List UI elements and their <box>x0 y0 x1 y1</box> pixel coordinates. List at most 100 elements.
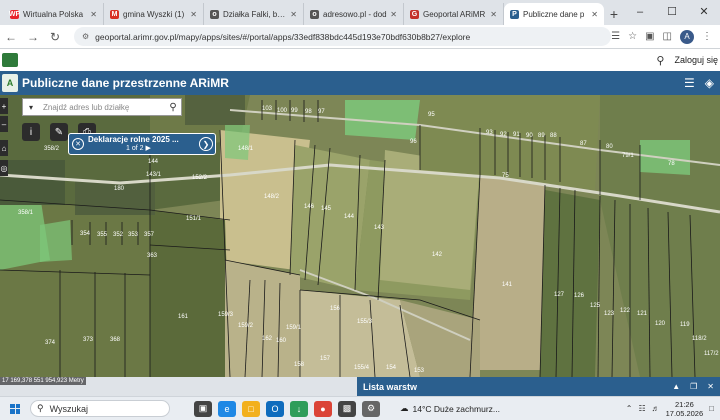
parcel-number-label: 119 <box>680 322 690 328</box>
parcel-number-label: 78 <box>668 161 675 167</box>
feature-popup[interactable]: ✕ Deklaracje rolne 2025 ... 1 of 2 ▶ ❯ <box>68 133 216 155</box>
browser-tab[interactable]: Mgmina Wyszki (1) ✕ <box>104 3 204 25</box>
browser-tab[interactable]: o adresowo.pl - dod ✕ <box>304 3 404 25</box>
parcel-number-label: 144 <box>148 159 159 165</box>
tab-close-icon[interactable]: ✕ <box>290 10 297 19</box>
tab-close-icon[interactable]: ✕ <box>190 10 197 19</box>
locate-button[interactable]: ◎ <box>0 160 8 176</box>
browser-tab[interactable]: o Działka Falki, bez p ✕ <box>204 3 304 25</box>
parcel-number-label: 159/1 <box>286 325 302 331</box>
parcel-number-label: 159/3 <box>218 312 234 318</box>
parcel-number-label: 162 <box>262 336 273 342</box>
browser-tab[interactable]: WP Wirtualna Polska ✕ <box>4 3 104 25</box>
parcel-number-label: 144 <box>344 214 355 220</box>
clock-date: 17.05.2026 <box>665 408 704 418</box>
layers-panel-bar[interactable]: Lista warstw ▲ ❐ ✕ <box>357 377 720 396</box>
windows-start-icon[interactable] <box>10 403 20 414</box>
sidebar-icon[interactable]: ◫ <box>663 31 672 42</box>
search-source-dropdown-icon[interactable]: ▾ <box>23 103 39 112</box>
notifications-icon[interactable]: □ <box>709 404 714 413</box>
chrome-icon[interactable]: ● <box>314 400 332 417</box>
tab-close-icon[interactable]: ✕ <box>90 10 97 19</box>
search-icon[interactable]: ⚲ <box>656 54 664 67</box>
site-info-icon[interactable]: ⚙ <box>82 32 89 41</box>
tab-close-icon[interactable]: ✕ <box>490 10 497 19</box>
parcel-number-label: 118/2 <box>692 336 707 342</box>
parcel-number-label: 145 <box>321 206 332 212</box>
parcel-number-label: 180 <box>114 186 125 192</box>
browser-tab[interactable]: P Publiczne dane p ✕ <box>504 3 604 25</box>
parcel-number-label: 90 <box>526 133 533 139</box>
new-tab-button[interactable]: + <box>604 3 624 25</box>
back-icon[interactable]: ← <box>0 30 22 44</box>
window-controls: – ☐ ✕ <box>624 0 720 25</box>
chevron-up-icon[interactable]: ⌃ <box>626 404 633 413</box>
translate-icon[interactable]: ☰ <box>611 31 620 42</box>
close-window-button[interactable]: ✕ <box>688 0 720 25</box>
geoportal-logo <box>2 53 18 67</box>
parcel-number-label: 368 <box>110 337 121 343</box>
edge-icon[interactable]: e <box>218 400 236 417</box>
parcel-number-label: 357 <box>144 232 155 238</box>
file-explorer-icon[interactable]: □ <box>242 400 260 417</box>
info-icon[interactable]: i <box>22 123 40 141</box>
tab-close-icon[interactable]: ✕ <box>591 10 598 19</box>
bookmark-star-icon[interactable]: ☆ <box>628 31 637 42</box>
zoom-out-button[interactable]: – <box>0 116 8 132</box>
app-icon-2[interactable]: ⚙ <box>362 400 380 417</box>
parcel-number-label: 93 <box>486 130 493 136</box>
tab-close-icon[interactable]: ✕ <box>390 10 397 19</box>
map-search-input[interactable]: Znajdź adres lub działkę <box>39 103 165 112</box>
parcel-number-label: 96 <box>410 139 417 145</box>
edit-pencil-icon[interactable]: ✎ <box>50 123 68 141</box>
play-icon[interactable]: ▶ <box>145 145 150 152</box>
layers-panel-title: Lista warstw <box>363 381 418 392</box>
maximize-icon[interactable]: ❐ <box>690 382 697 391</box>
taskbar-search[interactable]: ⚲ Wyszukaj <box>30 400 170 417</box>
browser-tab[interactable]: G Geoportal ARiMR ✕ <box>404 3 504 25</box>
parcel-number-label: 95 <box>428 112 435 118</box>
list-icon[interactable]: ☰ <box>684 76 695 90</box>
zoom-in-button[interactable]: + <box>0 98 8 114</box>
parcel-number-label: 155/3 <box>357 319 373 325</box>
parcel-number-label: 80 <box>606 144 613 150</box>
browser-menu-icon[interactable]: ⋮ <box>702 31 712 42</box>
close-icon[interactable]: ✕ <box>72 138 84 150</box>
taskbar-search-label: Wyszukaj <box>49 403 89 414</box>
weather-text: 14°C Duże zachmurz... <box>412 403 501 414</box>
url-field[interactable]: ⚙ geoportal.arimr.gov.pl/mapy/apps/sites… <box>74 27 612 46</box>
forward-icon[interactable]: → <box>22 30 44 44</box>
parcel-number-label: 125 <box>590 303 601 309</box>
parcel-number-label: 151/1 <box>186 216 202 222</box>
chevron-right-icon[interactable]: ❯ <box>199 137 213 151</box>
extensions-icon[interactable]: ▣ <box>645 31 654 42</box>
parcel-number-label: 154 <box>386 365 397 371</box>
tab-title: Wirtualna Polska <box>23 9 84 19</box>
volume-icon[interactable]: ♬ <box>652 404 660 413</box>
network-icon[interactable]: ☷ <box>638 404 645 413</box>
parcel-number-label: 103 <box>262 106 273 112</box>
minimize-button[interactable]: – <box>624 0 656 25</box>
tab-favicon-icon: P <box>510 9 519 19</box>
home-button[interactable]: ⌂ <box>0 140 8 156</box>
login-link[interactable]: Zaloguj się <box>674 55 718 65</box>
reload-icon[interactable]: ↻ <box>44 30 66 44</box>
parcel-number-label: 120 <box>655 321 666 327</box>
map-search-box[interactable]: ▾ Znajdź adres lub działkę ⚲ <box>22 98 182 116</box>
clock-time: 21:26 <box>674 399 694 409</box>
tab-favicon-icon: M <box>110 9 119 19</box>
collapse-icon[interactable]: ▲ <box>672 382 680 391</box>
download-app-icon[interactable]: ↓ <box>290 400 308 417</box>
profile-avatar[interactable]: A <box>680 29 694 44</box>
search-icon[interactable]: ⚲ <box>165 102 181 113</box>
maximize-button[interactable]: ☐ <box>656 0 688 25</box>
app-icon[interactable]: ▩ <box>338 400 356 417</box>
outlook-icon[interactable]: O <box>266 400 284 417</box>
parcel-number-label: 156 <box>330 306 341 312</box>
close-icon[interactable]: ✕ <box>707 382 714 391</box>
weather-widget[interactable]: ☁ 14°C Duże zachmurz... <box>400 403 500 414</box>
task-view-icon[interactable]: ▣ <box>194 400 212 417</box>
clock[interactable]: 21:26 17.05.2026 <box>666 400 704 418</box>
layers-icon[interactable]: ◈ <box>705 76 714 90</box>
app-title: Publiczne dane przestrzenne ARiMR <box>22 76 229 90</box>
